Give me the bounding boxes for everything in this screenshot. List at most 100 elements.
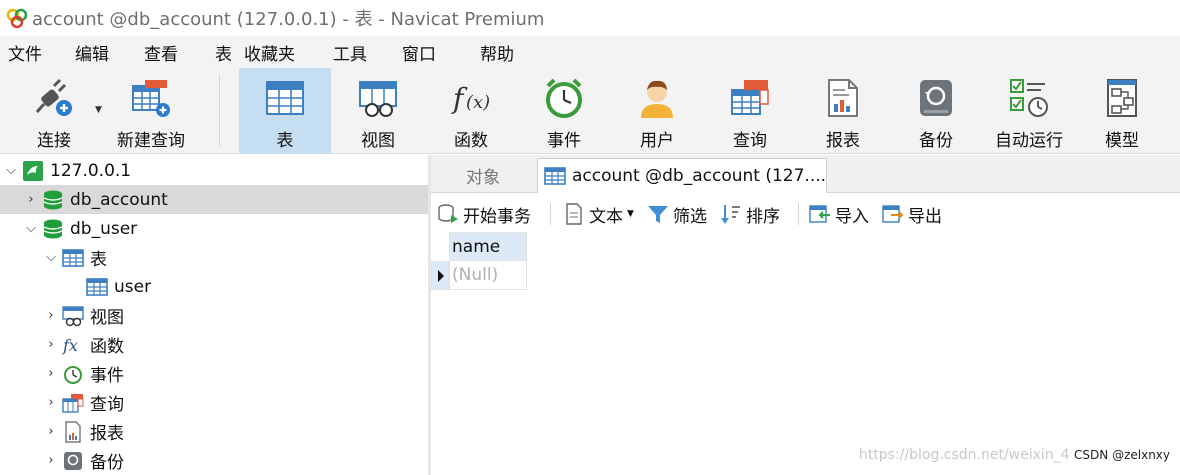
expanded-chevron-icon[interactable]: ⌵ bbox=[4, 163, 18, 178]
user-button[interactable]: 用户 bbox=[614, 68, 700, 154]
watermark: https://blog.csdn.net/weixin_4 CSDN @zel… bbox=[859, 447, 1170, 463]
begin-transaction-button[interactable]: 开始事务 bbox=[437, 201, 531, 227]
collapsed-chevron-icon[interactable]: › bbox=[44, 337, 58, 352]
menu-file[interactable]: 文件 bbox=[8, 40, 42, 65]
table-icon bbox=[266, 81, 304, 115]
plug-add-icon bbox=[35, 78, 72, 116]
current-row-arrow-icon bbox=[438, 270, 444, 282]
window-title: account @db_account (127.0.0.1) - 表 - Na… bbox=[32, 9, 545, 30]
tree-db-user[interactable]: ⌵ db_user bbox=[0, 214, 428, 243]
connection-button[interactable]: 连接 bbox=[18, 68, 90, 154]
text-label: 文本 bbox=[589, 206, 623, 227]
new-query-icon bbox=[132, 80, 170, 117]
svg-text:fx: fx bbox=[62, 336, 78, 355]
tree-tables-folder[interactable]: ⌵ 表 bbox=[0, 243, 428, 272]
menu-tools[interactable]: 工具 bbox=[333, 40, 367, 65]
navicat-logo-icon bbox=[6, 8, 28, 29]
row-selector[interactable] bbox=[431, 261, 449, 290]
collapsed-chevron-icon[interactable]: › bbox=[44, 366, 58, 381]
collapsed-chevron-icon[interactable]: › bbox=[24, 192, 38, 207]
menu-help[interactable]: 帮助 bbox=[480, 40, 514, 65]
report-label: 报表 bbox=[826, 131, 860, 151]
tree-views-folder[interactable]: › 视图 bbox=[0, 301, 428, 330]
collapsed-chevron-icon[interactable]: › bbox=[44, 308, 58, 323]
menu-table[interactable]: 表 bbox=[215, 40, 232, 65]
tree-table-user[interactable]: user bbox=[0, 272, 428, 301]
watermark-brand: CSDN @zelxnxy bbox=[1074, 448, 1170, 462]
tree-queries-folder[interactable]: › 查询 bbox=[0, 388, 428, 417]
svg-text:(x): (x) bbox=[466, 92, 490, 113]
toolbar-separator bbox=[219, 74, 220, 146]
expanded-chevron-icon[interactable]: ⌵ bbox=[44, 250, 58, 265]
export-label: 导出 bbox=[908, 206, 942, 227]
query-label: 查询 bbox=[733, 131, 767, 151]
query-button[interactable]: 查询 bbox=[707, 68, 793, 154]
menu-view[interactable]: 查看 bbox=[144, 40, 178, 65]
view-icon bbox=[62, 305, 84, 326]
menu-edit[interactable]: 编辑 bbox=[75, 40, 109, 65]
backup-icon bbox=[64, 451, 82, 470]
watermark-url: https://blog.csdn.net/weixin_4 bbox=[858, 447, 1070, 463]
menu-window[interactable]: 窗口 bbox=[402, 40, 436, 65]
transaction-icon bbox=[438, 204, 458, 223]
menu-favorites[interactable]: 收藏夹 bbox=[244, 40, 295, 65]
collapsed-chevron-icon[interactable]: › bbox=[44, 395, 58, 410]
function-label: 函数 bbox=[454, 131, 488, 151]
text-button[interactable]: 文本 ▼ bbox=[563, 201, 634, 227]
model-button[interactable]: 模型 bbox=[1079, 68, 1165, 154]
tree-connection-label: 127.0.0.1 bbox=[50, 160, 132, 181]
export-icon bbox=[882, 205, 904, 223]
sort-icon bbox=[721, 205, 740, 224]
function-button[interactable]: f (x) 函数 bbox=[428, 68, 514, 154]
tab-account-table[interactable]: account @db_account (127.... bbox=[537, 158, 827, 193]
tree-reports-folder[interactable]: › 报表 bbox=[0, 417, 428, 446]
backup-button[interactable]: 备份 bbox=[893, 68, 979, 154]
model-label: 模型 bbox=[1105, 131, 1139, 151]
view-label: 视图 bbox=[361, 131, 395, 151]
view-icon bbox=[359, 81, 397, 117]
connection-label: 连接 bbox=[37, 131, 71, 151]
tree-functions-folder[interactable]: › fx 函数 bbox=[0, 330, 428, 359]
table-label: 表 bbox=[276, 131, 294, 151]
import-label: 导入 bbox=[835, 206, 869, 227]
view-button[interactable]: 视图 bbox=[335, 68, 421, 154]
tree-tables-label: 表 bbox=[90, 250, 107, 270]
tree-backups-label: 备份 bbox=[90, 453, 124, 473]
column-header-name[interactable]: name bbox=[449, 232, 527, 261]
tab-objects[interactable]: 对象 bbox=[433, 158, 533, 193]
report-button[interactable]: 报表 bbox=[800, 68, 886, 154]
tree-db-account[interactable]: › db_account bbox=[0, 185, 428, 214]
filter-button[interactable]: 筛选 bbox=[647, 201, 707, 227]
tree-db-user-label: db_user bbox=[70, 218, 138, 239]
automation-button[interactable]: 自动运行 bbox=[986, 68, 1072, 154]
table-icon bbox=[544, 167, 566, 185]
tree-functions-label: 函数 bbox=[90, 337, 124, 357]
collapsed-chevron-icon[interactable]: › bbox=[44, 453, 58, 468]
sort-button[interactable]: 排序 bbox=[720, 201, 780, 227]
main-toolbar: 连接 ▼ 新建查询 表 视图 f (x) 函数 事件 用户 查询 报表 备份 自… bbox=[0, 68, 1180, 154]
table-icon bbox=[86, 277, 108, 296]
title-bar: account @db_account (127.0.0.1) - 表 - Na… bbox=[0, 0, 1180, 36]
table-button[interactable]: 表 bbox=[239, 68, 331, 154]
tree-backups-folder[interactable]: › 备份 bbox=[0, 446, 428, 475]
event-label: 事件 bbox=[547, 131, 581, 151]
tree-connection[interactable]: ⌵ 127.0.0.1 bbox=[0, 156, 428, 185]
toolbar-separator bbox=[798, 203, 799, 225]
event-button[interactable]: 事件 bbox=[521, 68, 607, 154]
automation-icon bbox=[1010, 79, 1048, 117]
document-icon bbox=[566, 203, 582, 225]
export-button[interactable]: 导出 bbox=[882, 201, 942, 227]
filter-label: 筛选 bbox=[673, 206, 707, 227]
tab-strip: 对象 account @db_account (127.... bbox=[431, 155, 1180, 193]
connection-dropdown-icon[interactable]: ▼ bbox=[95, 105, 102, 115]
grid-cell-name[interactable]: (Null) bbox=[449, 261, 527, 290]
import-button[interactable]: 导入 bbox=[809, 201, 869, 227]
new-query-button[interactable]: 新建查询 bbox=[108, 68, 194, 154]
function-icon: f (x) bbox=[451, 82, 490, 115]
tree-events-label: 事件 bbox=[90, 366, 124, 386]
query-icon bbox=[62, 393, 84, 413]
text-dropdown-icon[interactable]: ▼ bbox=[627, 209, 634, 219]
collapsed-chevron-icon[interactable]: › bbox=[44, 424, 58, 439]
tree-events-folder[interactable]: › 事件 bbox=[0, 359, 428, 388]
expanded-chevron-icon[interactable]: ⌵ bbox=[24, 221, 38, 236]
